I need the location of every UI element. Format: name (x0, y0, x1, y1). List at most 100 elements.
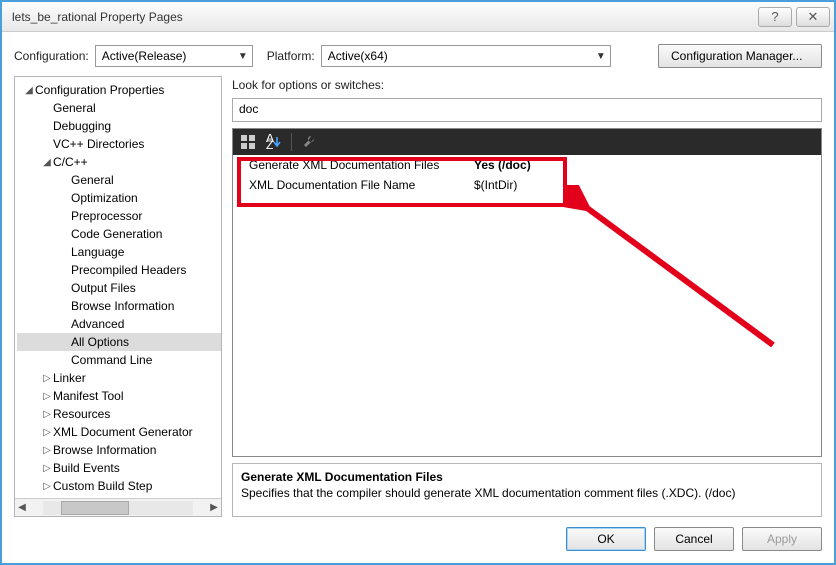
tree-label: VC++ Directories (53, 137, 144, 151)
chevron-down-icon: ▼ (590, 51, 606, 62)
close-button[interactable]: ✕ (796, 7, 830, 27)
search-label: Look for options or switches: (232, 78, 822, 92)
tree-item[interactable]: Browse Information (17, 297, 221, 315)
property-value: $(IntDir) (474, 178, 517, 192)
tree-item[interactable]: General (17, 171, 221, 189)
tree-label: Manifest Tool (53, 389, 123, 403)
scroll-thumb[interactable] (61, 501, 129, 515)
titlebar: lets_be_rational Property Pages ? ✕ (2, 2, 834, 32)
expand-icon: ▷ (41, 463, 53, 474)
property-name: Generate XML Documentation Files (249, 158, 474, 172)
tree-label: Preprocessor (71, 209, 142, 223)
tree-item[interactable]: All Options (17, 333, 221, 351)
tree-label: All Options (71, 335, 129, 349)
tree-item[interactable]: Debugging (17, 117, 221, 135)
help-button[interactable]: ? (758, 7, 792, 27)
annotation-arrow (563, 185, 803, 375)
tree-item[interactable]: Preprocessor (17, 207, 221, 225)
platform-value: Active(x64) (328, 49, 388, 63)
tree-label: Precompiled Headers (71, 263, 186, 277)
tree-item[interactable]: Language (17, 243, 221, 261)
expand-icon: ▷ (41, 409, 53, 420)
tree-label: Browse Information (71, 299, 174, 313)
search-input-wrap (232, 98, 822, 122)
alphabetical-icon[interactable]: AZ (265, 133, 283, 151)
tree-label: Custom Build Step (53, 479, 152, 493)
tree-panel: ◢Configuration PropertiesGeneralDebuggin… (14, 76, 222, 517)
tree-item[interactable]: Advanced (17, 315, 221, 333)
ok-button[interactable]: OK (566, 527, 646, 551)
expand-icon: ▷ (41, 481, 53, 492)
config-toolbar: Configuration: Active(Release) ▼ Platfor… (2, 32, 834, 76)
grid-row[interactable]: Generate XML Documentation FilesYes (/do… (233, 155, 821, 175)
configuration-manager-button[interactable]: Configuration Manager... (658, 44, 822, 68)
tree-label: Configuration Properties (35, 83, 164, 97)
tree-item[interactable]: Optimization (17, 189, 221, 207)
tree-label: Language (71, 245, 124, 259)
property-name: XML Documentation File Name (249, 178, 474, 192)
collapse-icon: ◢ (41, 157, 53, 168)
platform-combo[interactable]: Active(x64) ▼ (321, 45, 611, 67)
property-value: Yes (/doc) (474, 158, 531, 172)
tree-label: Build Events (53, 461, 120, 475)
expand-icon: ▷ (41, 373, 53, 384)
tree-item[interactable]: Command Line (17, 351, 221, 369)
tree-label: Optimization (71, 191, 138, 205)
cancel-button[interactable]: Cancel (654, 527, 734, 551)
scroll-right-icon[interactable]: ▶ (207, 502, 221, 513)
description-title: Generate XML Documentation Files (241, 470, 813, 484)
tree-label: Linker (53, 371, 86, 385)
chevron-down-icon: ▼ (232, 51, 248, 62)
tree-item[interactable]: ▷Build Events (17, 459, 221, 477)
tree-hscrollbar[interactable]: ◀ ▶ (15, 498, 221, 516)
description-panel: Generate XML Documentation Files Specifi… (232, 463, 822, 517)
tree-label: Output Files (71, 281, 136, 295)
tree-item[interactable]: ◢C/C++ (17, 153, 221, 171)
tree-label: Command Line (71, 353, 152, 367)
tree-item[interactable]: Precompiled Headers (17, 261, 221, 279)
tree-label: Resources (53, 407, 110, 421)
description-text: Specifies that the compiler should gener… (241, 486, 813, 500)
configuration-combo[interactable]: Active(Release) ▼ (95, 45, 253, 67)
grid-body[interactable]: Generate XML Documentation FilesYes (/do… (233, 155, 821, 456)
tree-item[interactable]: ▷Custom Build Step (17, 477, 221, 495)
scroll-track[interactable] (43, 501, 193, 515)
expand-icon: ▷ (41, 427, 53, 438)
grid-toolbar: AZ (233, 129, 821, 155)
tree-label: XML Document Generator (53, 425, 193, 439)
grid-row[interactable]: XML Documentation File Name$(IntDir) (233, 175, 821, 195)
tree-item[interactable]: ▷Browse Information (17, 441, 221, 459)
apply-button[interactable]: Apply (742, 527, 822, 551)
tree-label: Code Generation (71, 227, 162, 241)
expand-icon: ▷ (41, 391, 53, 402)
collapse-icon: ◢ (23, 85, 35, 96)
tree-label: Browse Information (53, 443, 156, 457)
tree-label: General (71, 173, 114, 187)
search-input[interactable] (239, 102, 815, 116)
tree-label: Advanced (71, 317, 124, 331)
tree-item[interactable]: Code Generation (17, 225, 221, 243)
svg-text:Z: Z (266, 138, 273, 150)
tree[interactable]: ◢Configuration PropertiesGeneralDebuggin… (15, 77, 221, 498)
tree-item[interactable]: ▷Resources (17, 405, 221, 423)
dialog-footer: OK Cancel Apply (2, 517, 834, 561)
tree-item[interactable]: VC++ Directories (17, 135, 221, 153)
configuration-value: Active(Release) (102, 49, 187, 63)
window-title: lets_be_rational Property Pages (6, 10, 183, 24)
tree-root[interactable]: ◢Configuration Properties (17, 81, 221, 99)
tree-item[interactable]: Output Files (17, 279, 221, 297)
tree-label: Debugging (53, 119, 111, 133)
tree-item[interactable]: ▷Linker (17, 369, 221, 387)
scroll-left-icon[interactable]: ◀ (15, 502, 29, 513)
tree-label: C/C++ (53, 155, 88, 169)
wrench-icon[interactable] (300, 133, 318, 151)
tree-item[interactable]: General (17, 99, 221, 117)
tree-item[interactable]: ▷XML Document Generator (17, 423, 221, 441)
platform-label: Platform: (267, 49, 315, 63)
property-grid: AZ Generate XML Documentation FilesYes (… (232, 128, 822, 457)
expand-icon: ▷ (41, 445, 53, 456)
configuration-label: Configuration: (14, 49, 89, 63)
tree-label: General (53, 101, 96, 115)
tree-item[interactable]: ▷Manifest Tool (17, 387, 221, 405)
categorized-icon[interactable] (239, 133, 257, 151)
